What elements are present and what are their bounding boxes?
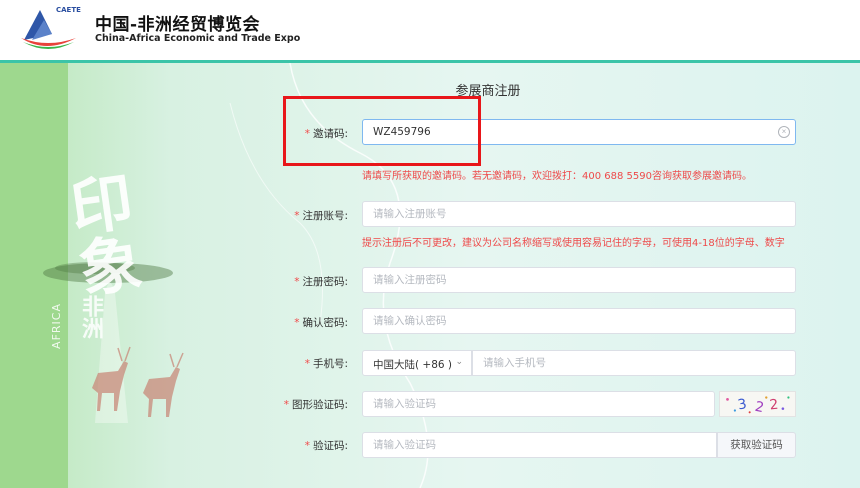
captcha-label: * 图形验证码: [283,399,348,411]
confirm-password-label: * 确认密码: [294,317,348,329]
clear-icon[interactable]: × [778,126,790,138]
svg-text:2: 2 [753,399,765,416]
password-input[interactable] [362,267,796,293]
brand-title-cn: 中国-非洲经贸博览会 [95,15,261,35]
svg-text:3: 3 [736,396,747,413]
account-input[interactable] [362,201,796,227]
confirm-password-input[interactable] [362,308,796,334]
logo-tag: CAETE [56,6,81,14]
decor-africa-cn: 非洲 [78,295,103,339]
get-code-button[interactable]: 获取验证码 [717,432,796,458]
region-select[interactable]: 中国大陆( +86 ) ⌄ [362,350,472,376]
captcha-input[interactable] [362,391,715,417]
invite-hint: 请填写所获取的邀请码。若无邀请码，欢迎拨打：400 688 5590咨询获取参展… [362,171,752,182]
sms-code-input[interactable] [362,432,717,458]
phone-label: * 手机号: [304,358,348,370]
account-label: * 注册账号: [294,210,348,222]
chevron-down-icon: ⌄ [455,357,463,367]
password-label: * 注册密码: [294,276,348,288]
sms-code-label: * 验证码: [304,440,348,452]
decor-africa-en: AFRICA [50,303,63,349]
region-select-value: 中国大陆( +86 ) [373,359,453,371]
svg-text:2: 2 [769,397,779,414]
highlight-annotation-box [283,96,481,166]
account-hint: 提示注册后不可更改，建议为公司名称缩写或使用容易记住的字母，可使用4-18位的字… [362,238,785,249]
phone-input[interactable] [472,350,796,376]
brand-title-en: China-Africa Economic and Trade Expo [95,33,301,44]
site-header: CAETE 中国-非洲经贸博览会 China-Africa Economic a… [0,0,860,60]
captcha-image[interactable]: 3 2 2 [719,391,796,417]
